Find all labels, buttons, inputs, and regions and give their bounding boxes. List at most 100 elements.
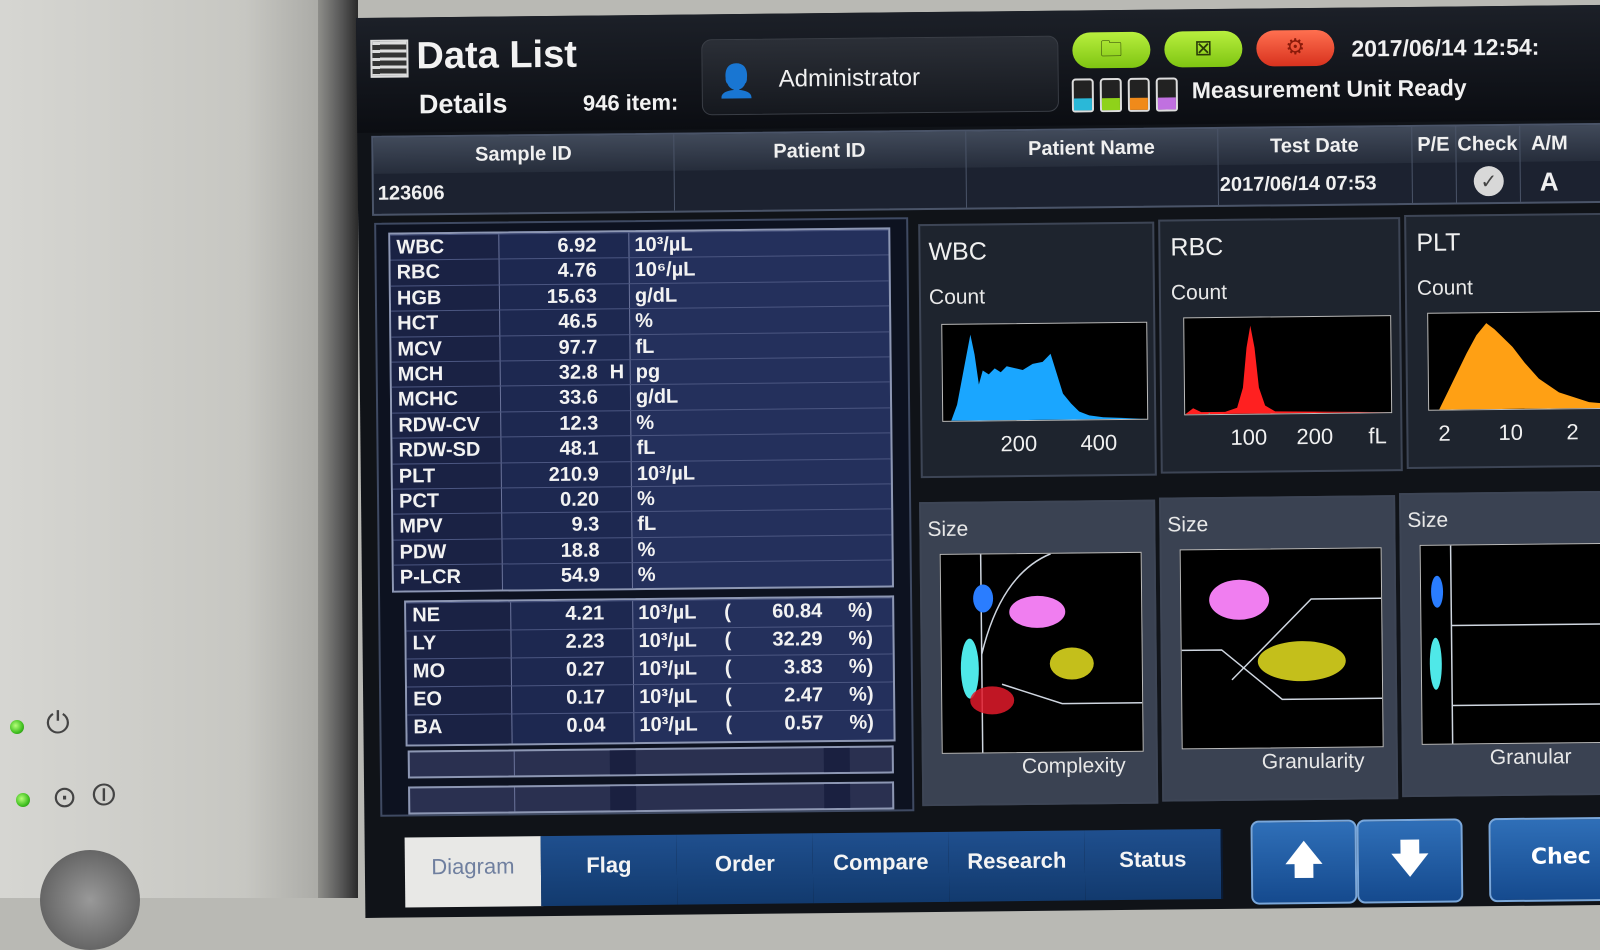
analyte-percent: 0.57 — [784, 712, 823, 735]
analyte-unit: % — [635, 310, 653, 333]
analyte-unit: g/dL — [636, 386, 678, 409]
power-led — [10, 720, 24, 734]
analyte-name: PCT — [399, 490, 439, 513]
analyte-name: EO — [413, 688, 442, 711]
histogram-title: WBC — [928, 237, 987, 267]
settings-button[interactable]: ⚙ — [1256, 30, 1334, 67]
analyte-value: 2.23 — [565, 630, 604, 653]
analyte-name: LY — [412, 632, 436, 655]
sample-id-value: 123606 — [378, 175, 445, 212]
analyte-value: 15.63 — [547, 285, 597, 309]
tab-flag[interactable]: Flag — [541, 835, 680, 906]
third-scattergram[interactable]: Size Granular — [1399, 491, 1600, 797]
column-divider — [610, 786, 636, 810]
analyte-name: HGB — [397, 287, 442, 310]
analyte-percent: 32.29 — [772, 628, 822, 652]
tab-status[interactable]: Status — [1085, 829, 1224, 900]
analyte-unit: 10³/µL — [634, 233, 692, 257]
paren-open: ( — [725, 685, 732, 708]
paren-open: ( — [725, 713, 732, 736]
analyte-name: P-LCR — [400, 566, 461, 590]
folder-icon: 🗀 — [1100, 37, 1122, 62]
differential-table: NE4.2110³/µL(60.84%)LY2.2310³/µL(32.29%)… — [404, 595, 896, 746]
percent-close: %) — [848, 600, 873, 623]
analyte-unit: % — [637, 488, 655, 511]
analyte-value: 210.9 — [549, 463, 599, 487]
percent-close: %) — [848, 628, 873, 651]
analyte-value: 9.3 — [571, 514, 599, 537]
hardware-knob[interactable] — [40, 850, 140, 950]
check-button[interactable]: Chec — [1488, 817, 1600, 903]
page-title: Data List — [416, 34, 577, 79]
wbc-scattergram[interactable]: Size Complexity — [919, 500, 1158, 806]
datetime: 2017/06/14 12:54: — [1351, 34, 1539, 63]
tab-research[interactable]: Research — [949, 830, 1088, 901]
arrow-up-icon: 🡅 — [1283, 837, 1325, 883]
measurement-status: Measurement Unit Ready — [1192, 74, 1467, 104]
tick-label: 2 — [1438, 421, 1451, 447]
histogram-ylabel: Count — [1171, 281, 1227, 306]
analyte-unit: % — [637, 539, 655, 562]
analyte-name: WBC — [396, 236, 444, 259]
wbc-histogram[interactable]: WBC Count 200 400 — [918, 222, 1157, 478]
chart-button[interactable]: ⊠ — [1164, 31, 1242, 68]
analyte-unit: g/dL — [635, 284, 677, 307]
bezel-edge — [318, 0, 358, 898]
gear-icon: ⚙ — [1285, 35, 1305, 60]
column-divider — [514, 787, 515, 811]
differential-row: BA0.0410³/µL(0.57%) — [407, 709, 893, 743]
user-box[interactable]: 👤 Administrator — [701, 36, 1059, 116]
rbc-scattergram[interactable]: Size Granularity — [1159, 495, 1398, 801]
analyte-value: 6.92 — [557, 234, 596, 257]
col-test-date: Test Date — [1217, 127, 1411, 165]
tick-label: 10 — [1498, 420, 1523, 446]
plt-histogram[interactable]: PLT Count 2 10 2 — [1404, 213, 1600, 469]
analyte-flag: H — [610, 361, 625, 384]
analyte-unit: pg — [636, 361, 661, 384]
standby-icon[interactable]: ⏼ — [92, 778, 116, 813]
analyte-name: BA — [413, 716, 442, 739]
percent-close: %) — [849, 656, 874, 679]
tick-label: 400 — [1080, 430, 1117, 456]
power-icon[interactable]: ⏻ — [46, 706, 70, 741]
scroll-down-button[interactable]: 🡇 — [1356, 818, 1463, 903]
tick-label: 200 — [1000, 431, 1037, 457]
analyte-name: NE — [412, 604, 440, 627]
scroll-up-button[interactable]: 🡅 — [1250, 820, 1357, 905]
tab-diagram[interactable]: Diagram — [405, 836, 544, 907]
analyte-percent: 60.84 — [772, 600, 822, 624]
check-icon: ✓ — [1474, 166, 1504, 196]
col-patient-id: Patient ID — [673, 132, 965, 171]
analyte-name: PDW — [399, 541, 446, 564]
analyte-unit: % — [636, 412, 654, 435]
analyte-value: 33.6 — [559, 387, 598, 410]
reagent-bottle-3 — [1128, 78, 1150, 112]
results-table: WBC6.9210³/µLRBC4.7610⁶/µLHGB15.63g/dLHC… — [388, 227, 894, 592]
scatter-xlabel: Granular — [1490, 745, 1572, 770]
analyte-unit: % — [638, 564, 656, 587]
scatter-ylabel: Size — [927, 518, 968, 542]
tab-order[interactable]: Order — [677, 833, 816, 904]
rbc-histogram[interactable]: RBC Count 100 200 fL — [1158, 217, 1403, 474]
sample-table[interactable]: Sample ID Patient ID Patient Name Test D… — [371, 123, 1600, 216]
sensor-icon: ⊙ — [52, 780, 77, 815]
analyte-percent: 2.47 — [784, 684, 823, 707]
scatter-plot — [940, 552, 1144, 754]
tab-compare[interactable]: Compare — [813, 832, 952, 903]
scatter-plot — [1420, 543, 1600, 745]
list-icon — [370, 39, 408, 77]
folder-button[interactable]: 🗀 — [1072, 32, 1150, 69]
histogram-plot — [1427, 311, 1600, 411]
col-patient-name: Patient Name — [965, 129, 1217, 168]
analyte-name: PLT — [399, 465, 436, 488]
tick-label: 100 — [1230, 424, 1267, 450]
scatter-ylabel: Size — [1167, 513, 1208, 537]
analyte-value: 46.5 — [558, 311, 597, 334]
percent-close: %) — [849, 712, 874, 735]
analyte-value: 54.9 — [561, 565, 600, 588]
percent-close: %) — [849, 684, 874, 707]
analyte-value: 0.20 — [560, 488, 599, 511]
arrow-down-icon: 🡇 — [1389, 836, 1431, 882]
analyte-name: MCV — [397, 338, 442, 361]
am-value: A — [1540, 163, 1559, 199]
